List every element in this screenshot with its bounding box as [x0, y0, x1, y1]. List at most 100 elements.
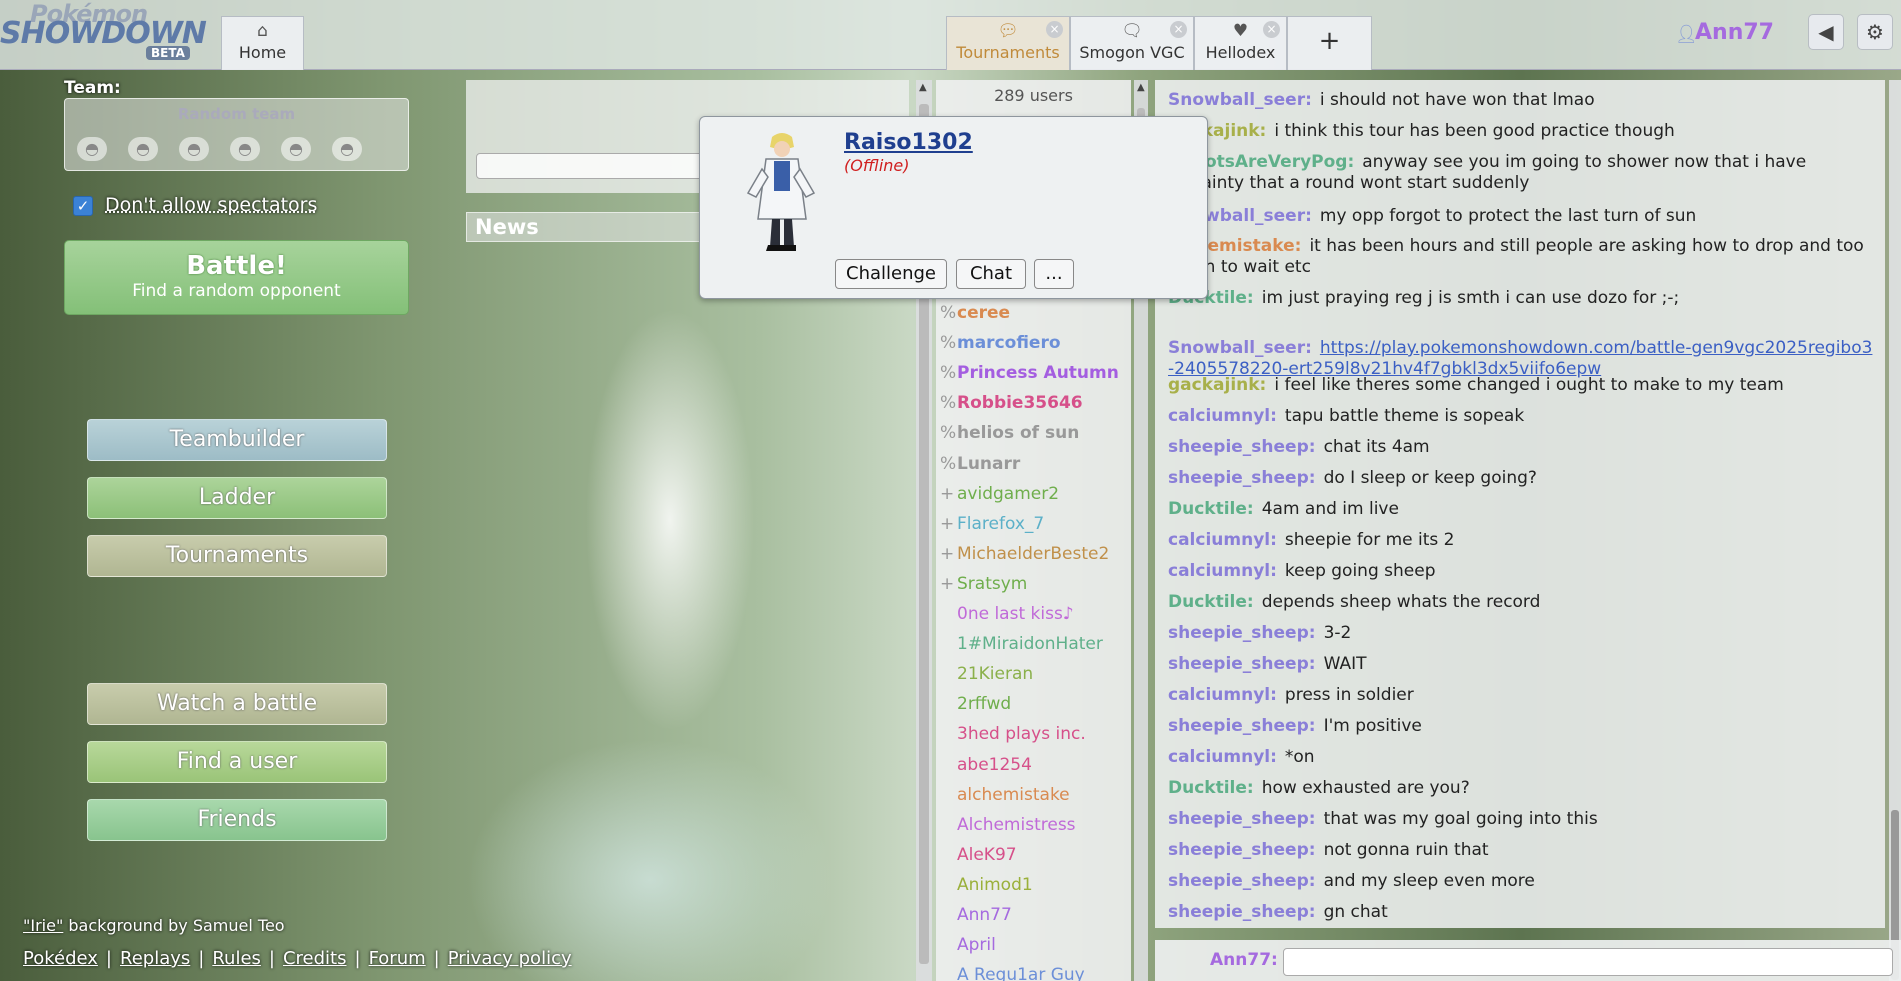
find-user-button[interactable]: Find a user — [87, 741, 387, 783]
tab-smogon-vgc[interactable]: × 🗨︎ Smogon VGC — [1070, 16, 1194, 70]
user-name[interactable]: A Regu1ar Guy — [957, 965, 1085, 981]
user-list-item[interactable]: 0ne last kiss♪ — [940, 604, 1074, 624]
user-name[interactable]: 1#MiraidonHater — [957, 634, 1103, 654]
user-list-item[interactable]: %Robbie35646 — [940, 393, 1083, 413]
ladder-button[interactable]: Ladder — [87, 477, 387, 519]
background-credit[interactable]: "Irie" background by Samuel Teo — [23, 916, 285, 935]
footer-link-credits[interactable]: Credits — [283, 948, 347, 969]
footer-link-pokedex[interactable]: Pokédex — [23, 948, 98, 969]
user-name[interactable]: avidgamer2 — [957, 484, 1059, 504]
scroll-up-icon[interactable]: ▲ — [919, 82, 927, 93]
chat-username[interactable]: gackajink: — [1168, 375, 1266, 395]
user-name[interactable]: 21Kieran — [957, 664, 1033, 684]
watch-battle-button[interactable]: Watch a battle — [87, 683, 387, 725]
user-name[interactable]: MichaelderBeste2 — [957, 544, 1109, 564]
chat-username[interactable]: Snowball_seer: — [1168, 338, 1312, 358]
user-list-item[interactable]: %marcofiero — [940, 333, 1061, 353]
chat-username[interactable]: calciumnyl: — [1168, 406, 1277, 426]
settings-button[interactable]: ⚙ — [1857, 14, 1893, 50]
footer-link-forum[interactable]: Forum — [369, 948, 426, 969]
close-icon[interactable]: × — [1263, 21, 1280, 38]
chat-username[interactable]: Ducktile: — [1168, 778, 1254, 798]
chat-username[interactable]: Ducktile: — [1168, 499, 1254, 519]
user-list-item[interactable]: %Princess Autumn — [940, 363, 1119, 383]
user-list-item[interactable]: A Regu1ar Guy — [940, 965, 1085, 981]
challenge-button[interactable]: Challenge — [835, 259, 947, 289]
chat-username[interactable]: sheepie_sheep: — [1168, 654, 1316, 674]
close-icon[interactable]: × — [1046, 21, 1063, 38]
chat-username[interactable]: sheepie_sheep: — [1168, 716, 1316, 736]
user-list-item[interactable]: Ann77 — [940, 905, 1012, 925]
chat-username[interactable]: sheepie_sheep: — [1168, 902, 1316, 922]
new-tab-button[interactable]: + — [1287, 16, 1372, 70]
user-name[interactable]: Princess Autumn — [957, 363, 1119, 383]
chat-username[interactable]: sheepie_sheep: — [1168, 871, 1316, 891]
chat-username[interactable]: sheepie_sheep: — [1168, 437, 1316, 457]
chat-username[interactable]: calciumnyl: — [1168, 530, 1277, 550]
team-select[interactable]: Random team ◓ ◓ ◓ ◓ ◓ ◓ — [64, 98, 409, 171]
popup-username[interactable]: Raiso1302 — [844, 130, 973, 155]
spectators-checkbox[interactable]: ✓ — [73, 196, 93, 216]
chat-username[interactable]: calciumnyl: — [1168, 685, 1277, 705]
user-list-item[interactable]: 3hed plays inc. — [940, 724, 1086, 744]
user-list-item[interactable]: abe1254 — [940, 755, 1032, 775]
background-title[interactable]: "Irie" — [23, 916, 63, 935]
chat-scrollbar[interactable] — [1889, 80, 1901, 981]
user-list-item[interactable]: %helios of sun — [940, 423, 1079, 443]
user-list-item[interactable]: %Lunarr — [940, 454, 1020, 474]
user-list-item[interactable]: + avidgamer2 — [940, 484, 1059, 504]
user-list-item[interactable]: + Flarefox_7 — [940, 514, 1044, 534]
tournaments-button[interactable]: Tournaments — [87, 535, 387, 577]
user-name[interactable]: 2rffwd — [957, 694, 1011, 714]
user-list-item[interactable]: alchemistake — [940, 785, 1070, 805]
user-name[interactable]: April — [957, 935, 996, 955]
user-name[interactable]: Flarefox_7 — [957, 514, 1044, 534]
user-name[interactable]: AleK97 — [957, 845, 1017, 865]
chat-username[interactable]: calciumnyl: — [1168, 561, 1277, 581]
user-list-item[interactable]: + MichaelderBeste2 — [940, 544, 1109, 564]
user-name[interactable]: Alchemistress — [957, 815, 1076, 835]
user-name[interactable]: 0ne last kiss♪ — [957, 604, 1074, 624]
user-name[interactable]: Animod1 — [957, 875, 1033, 895]
user-list-item[interactable]: Animod1 — [940, 875, 1033, 895]
chat-username[interactable]: Snowball_seer: — [1168, 90, 1312, 110]
spectators-label[interactable]: Don't allow spectators — [105, 194, 317, 216]
user-list-item[interactable]: Alchemistress — [940, 815, 1076, 835]
footer-link-rules[interactable]: Rules — [212, 948, 261, 969]
close-icon[interactable]: × — [1170, 21, 1187, 38]
user-list-item[interactable]: 1#MiraidonHater — [940, 634, 1103, 654]
chat-username[interactable]: sheepie_sheep: — [1168, 623, 1316, 643]
tab-hellodex[interactable]: × ♥ Hellodex — [1194, 16, 1287, 70]
user-name[interactable]: Sratsym — [957, 574, 1027, 594]
user-name[interactable]: Ann77 — [957, 905, 1012, 925]
tab-home[interactable]: ⌂ Home — [221, 16, 304, 70]
chat-username[interactable]: Ducktile: — [1168, 592, 1254, 612]
user-name[interactable]: ceree — [957, 303, 1010, 323]
user-name[interactable]: Robbie35646 — [957, 393, 1083, 413]
chat-username[interactable]: sheepie_sheep: — [1168, 809, 1316, 829]
user-list-item[interactable]: April — [940, 935, 996, 955]
user-name[interactable]: helios of sun — [957, 423, 1079, 443]
chat-username[interactable]: sheepie_sheep: — [1168, 840, 1316, 860]
user-name[interactable]: marcofiero — [957, 333, 1061, 353]
more-button[interactable]: ... — [1034, 259, 1074, 289]
user-name[interactable]: 3hed plays inc. — [957, 724, 1086, 744]
user-name[interactable]: abe1254 — [957, 755, 1032, 775]
user-list-item[interactable]: %ceree — [940, 303, 1010, 323]
tab-tournaments[interactable]: × 💬︎ Tournaments — [946, 16, 1070, 70]
friends-button[interactable]: Friends — [87, 799, 387, 841]
footer-link-replays[interactable]: Replays — [120, 948, 190, 969]
username[interactable]: Ann77 — [1695, 20, 1774, 45]
sound-button[interactable]: ◀ — [1808, 14, 1844, 50]
teambuilder-button[interactable]: Teambuilder — [87, 419, 387, 461]
battle-button[interactable]: Battle! Find a random opponent — [64, 240, 409, 315]
scroll-up-icon[interactable]: ▲ — [1137, 82, 1145, 93]
user-name[interactable]: alchemistake — [957, 785, 1070, 805]
chat-username[interactable]: calciumnyl: — [1168, 747, 1277, 767]
showdown-logo[interactable]: Pokémon SHOWDOWN BETA — [0, 0, 212, 66]
user-list-item[interactable]: 21Kieran — [940, 664, 1033, 684]
user-list-item[interactable]: AleK97 — [940, 845, 1017, 865]
chat-username[interactable]: sheepie_sheep: — [1168, 468, 1316, 488]
chat-button[interactable]: Chat — [956, 259, 1026, 289]
user-list-item[interactable]: + Sratsym — [940, 574, 1027, 594]
